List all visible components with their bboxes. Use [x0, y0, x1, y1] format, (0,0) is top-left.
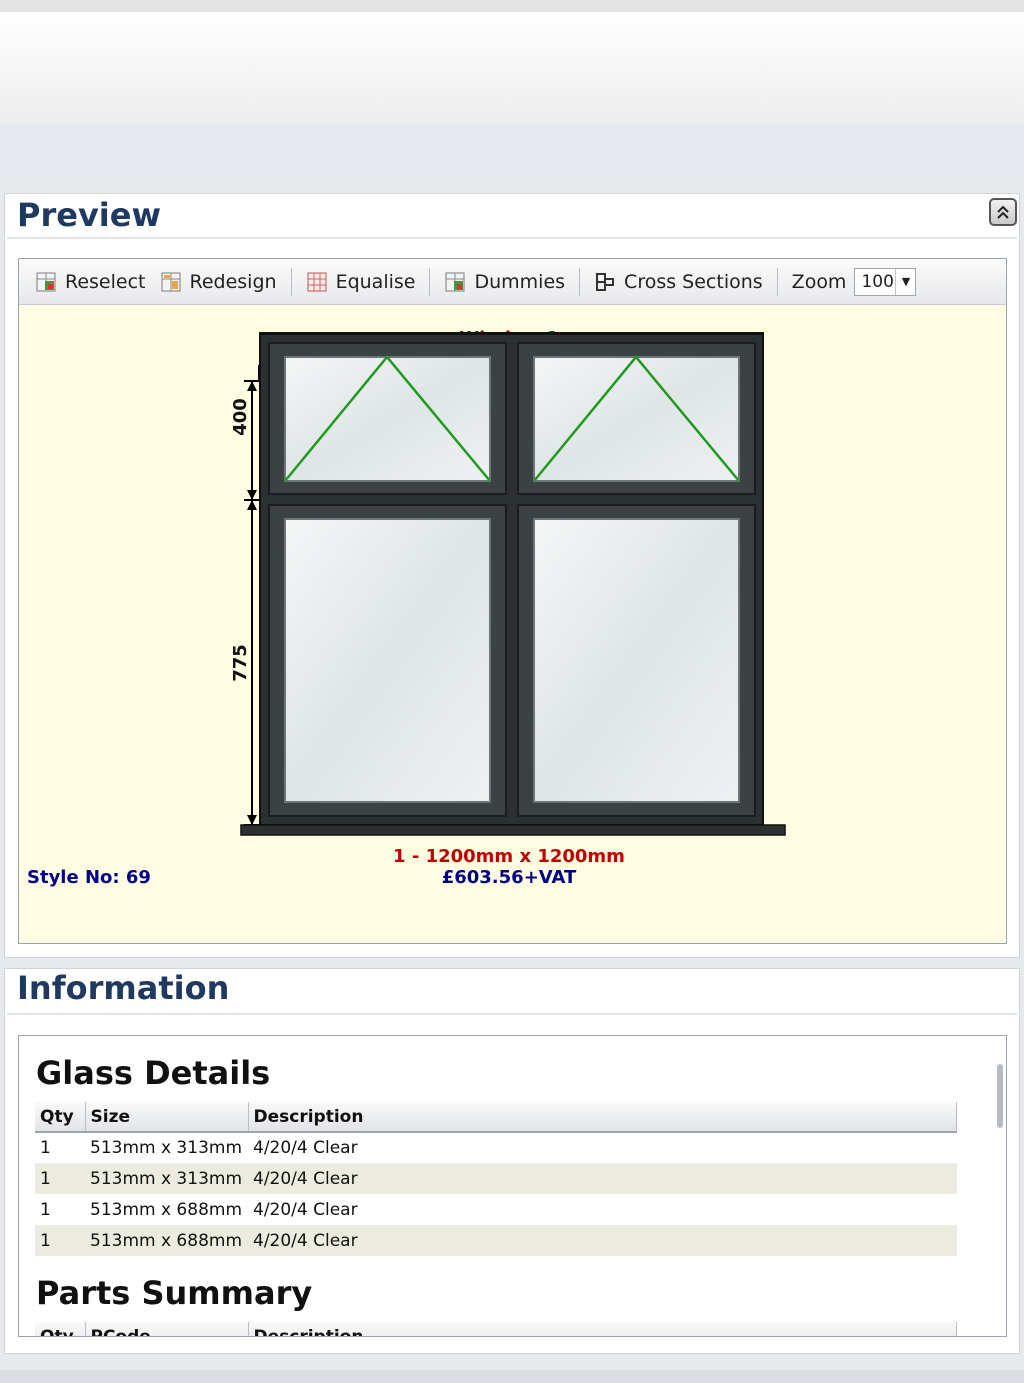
bottom-strip [0, 1370, 1024, 1383]
information-content[interactable]: Glass Details Qty Size Description 1 513… [18, 1035, 1007, 1337]
preview-divider [7, 237, 1017, 239]
top-bar [0, 0, 1024, 12]
cell-qty: 1 [35, 1225, 85, 1256]
window-size-text: 1 - 1200mm x 1200mm [393, 846, 625, 867]
collapse-button[interactable] [989, 198, 1017, 226]
column-header-pcode[interactable]: PCode [85, 1322, 249, 1336]
vertical-scrollbar[interactable] [997, 1064, 1003, 1128]
information-title: Information [17, 969, 230, 1007]
table-header-row: Qty Size Description [35, 1102, 957, 1133]
cell-qty: 1 [40, 1199, 51, 1220]
glass-details-table: Qty Size Description 1 513mm x 313mm 4/2… [35, 1102, 957, 1256]
cell-qty: 1 [40, 1138, 51, 1158]
preview-panel: Preview Reselect Redesign Equalise Dummi… [4, 193, 1020, 958]
parts-summary-title: Parts Summary [36, 1274, 313, 1312]
column-header-qty[interactable]: Qty [35, 1102, 86, 1133]
window-price-text: £603.56+VAT [442, 867, 577, 888]
window-drawing: Window 1 600 600 [27, 328, 786, 888]
glass-details-title: Glass Details [36, 1054, 271, 1092]
double-chevron-up-icon [997, 205, 1009, 219]
column-header-description[interactable]: Description [248, 1322, 957, 1336]
column-header-size[interactable]: Size [85, 1102, 249, 1133]
information-divider [7, 1013, 1017, 1015]
glass-pane-bottom-left [284, 518, 491, 803]
glass-pane-bottom-right [533, 518, 740, 803]
preview-canvas[interactable]: Reselect Redesign Equalise Dummies Cross… [18, 258, 1007, 944]
cell-description: 4/20/4 Clear [248, 1163, 957, 1194]
cell-size: 513mm x 688mm [90, 1199, 243, 1220]
column-header-qty[interactable]: Qty [35, 1322, 86, 1336]
cell-size: 513mm x 313mm [85, 1163, 248, 1194]
table-row[interactable]: 1 513mm x 313mm 4/20/4 Clear [35, 1163, 957, 1194]
parts-summary-table: Qty PCode Description [35, 1322, 957, 1336]
column-header-description[interactable]: Description [248, 1102, 957, 1133]
cell-qty: 1 [35, 1163, 85, 1194]
cell-description: 4/20/4 Clear [253, 1138, 358, 1158]
cell-description: 4/20/4 Clear [253, 1199, 358, 1220]
window-sill [240, 824, 786, 836]
sub-header-band [0, 124, 1024, 174]
height-bottom-label: 775 [230, 644, 251, 682]
cell-size: 513mm x 688mm [85, 1225, 248, 1256]
glass-pane-top-left [284, 356, 491, 482]
height-dimension [244, 380, 260, 826]
preview-title: Preview [17, 196, 162, 234]
glass-pane-top-right [533, 356, 740, 482]
height-top-label: 400 [230, 398, 251, 436]
information-panel: Information Glass Details Qty Size Descr… [4, 968, 1020, 1354]
table-row[interactable]: 1 513mm x 313mm 4/20/4 Clear [35, 1132, 957, 1163]
table-row[interactable]: 1 513mm x 688mm 4/20/4 Clear [35, 1225, 957, 1256]
style-number-text: Style No: 69 [27, 867, 151, 888]
cell-description: 4/20/4 Clear [248, 1225, 957, 1256]
header-band [0, 12, 1024, 124]
table-row[interactable]: 1 513mm x 688mm 4/20/4 Clear [35, 1194, 957, 1225]
cell-size: 513mm x 313mm [90, 1138, 243, 1158]
table-header-row: Qty PCode Description [35, 1322, 957, 1336]
